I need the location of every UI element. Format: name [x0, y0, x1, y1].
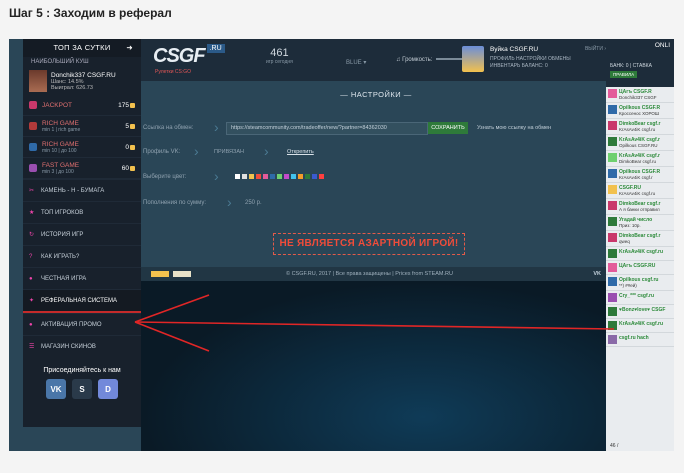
- step-title: Шаг 5 : Заходим в реферал: [9, 6, 172, 20]
- annotation-arrow: [134, 294, 615, 352]
- screenshot-frame: ТОП ЗА СУТКИ ➜ НАИБОЛЬШИЙ КУШ Donchik337…: [9, 39, 674, 451]
